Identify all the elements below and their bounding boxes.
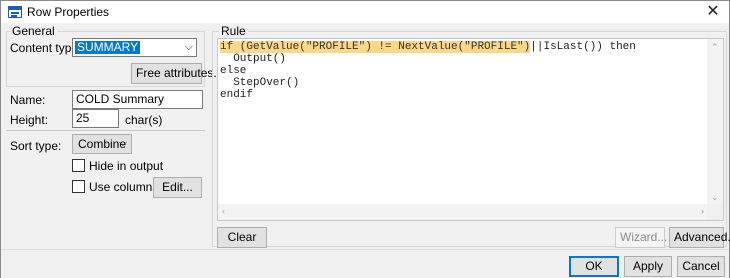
cancel-button[interactable]: Cancel [677, 256, 725, 277]
clear-button[interactable]: Clear [217, 227, 267, 248]
horizontal-scrollbar[interactable]: ‹ › [218, 204, 708, 220]
window-title: Row Properties [27, 5, 110, 19]
rule-line-highlight: if (GetValue("PROFILE") != NextValue("PR… [220, 41, 531, 53]
rule-line-rest: ||IsLast()) then [530, 41, 636, 53]
content-type-select[interactable]: SUMMARY ⌵ [72, 38, 197, 57]
title-bar: Row Properties ✕ [1, 1, 729, 23]
content-type-label: Content type: [10, 41, 82, 55]
rule-code: if (GetValue("PROFILE") != NextValue("PR… [220, 41, 636, 101]
free-attributes-button[interactable]: Free attributes... [131, 63, 223, 84]
rule-line: else [220, 65, 247, 77]
close-icon[interactable]: ✕ [701, 1, 725, 23]
scroll-down-icon[interactable]: ⌄ [711, 192, 719, 202]
name-input[interactable]: COLD Summary [72, 90, 203, 109]
hide-in-output-checkbox[interactable] [72, 159, 85, 172]
height-unit-label: char(s) [125, 113, 163, 127]
scroll-right-icon[interactable]: › [701, 206, 704, 216]
name-label: Name: [10, 93, 46, 107]
rule-group-title: Rule [219, 24, 248, 38]
ok-button[interactable]: OK [569, 256, 619, 277]
hide-in-output-label: Hide in output [89, 159, 164, 173]
use-columns-label: Use columns [89, 180, 159, 194]
scroll-left-icon[interactable]: ‹ [222, 206, 225, 216]
wizard-button[interactable]: Wizard... [615, 227, 667, 248]
sort-type-label: Sort type: [10, 139, 62, 153]
height-label: Height: [10, 113, 49, 127]
apply-button[interactable]: Apply [624, 256, 672, 277]
rule-line: StepOver() [220, 77, 300, 89]
rule-editor[interactable]: if (GetValue("PROFILE") != NextValue("PR… [217, 38, 724, 221]
row-properties-dialog: Row Properties ✕ General Content type: S… [0, 0, 730, 278]
general-group-title: General [10, 24, 57, 38]
rule-line: endif [220, 89, 254, 101]
chevron-down-icon: ⌵ [118, 137, 127, 149]
vertical-scrollbar[interactable]: ⌃ ⌄ [707, 39, 723, 204]
height-input[interactable]: 25 [72, 109, 119, 128]
dialog-footer: OK Apply Cancel [1, 249, 729, 278]
chevron-down-icon: ⌵ [184, 41, 193, 53]
scrollbar-corner [707, 204, 723, 220]
use-columns-checkbox[interactable] [72, 180, 85, 193]
rule-line: Output() [220, 53, 287, 65]
edit-button[interactable]: Edit... [153, 177, 202, 198]
content-type-value: SUMMARY [75, 40, 141, 54]
window-icon [8, 6, 22, 18]
advanced-button[interactable]: Advanced... [669, 227, 730, 248]
sort-type-select[interactable]: Combine ⌵ [72, 134, 132, 154]
divider [6, 130, 205, 131]
scroll-up-icon[interactable]: ⌃ [711, 42, 719, 52]
